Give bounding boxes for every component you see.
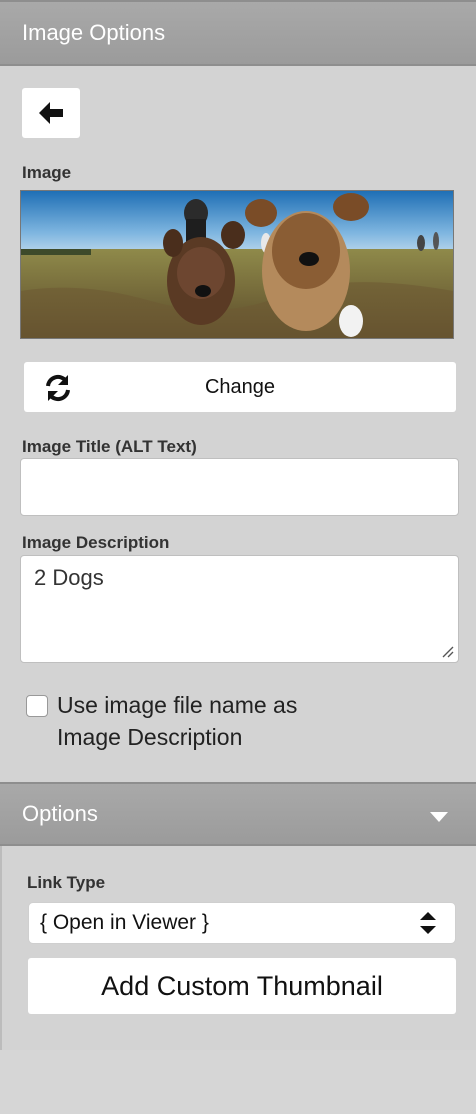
image-description-label: Image Description: [22, 533, 170, 552]
add-custom-thumbnail-label: Add Custom Thumbnail: [101, 971, 383, 1001]
image-options-panel: Image Options Image Change Image Title (…: [0, 0, 476, 1114]
image-description-textarea[interactable]: 2 Dogs: [20, 555, 459, 663]
options-header[interactable]: Options: [0, 782, 476, 846]
use-filename-checkbox[interactable]: [26, 695, 48, 717]
back-button[interactable]: [22, 88, 80, 138]
image-title-label: Image Title (ALT Text): [22, 437, 197, 456]
link-type-label: Link Type: [27, 873, 106, 892]
use-filename-label[interactable]: Use image file name as Image Description: [57, 689, 357, 753]
change-image-button[interactable]: Change: [24, 362, 456, 412]
image-label: Image: [22, 163, 72, 182]
change-button-label: Change: [204, 376, 276, 398]
add-custom-thumbnail-button[interactable]: Add Custom Thumbnail: [28, 958, 456, 1014]
link-type-select[interactable]: { Open in Viewer }: [28, 902, 456, 944]
up-down-arrows-icon: [420, 912, 436, 934]
resize-handle-icon[interactable]: [442, 646, 454, 658]
image-options-title: Image Options: [22, 20, 166, 45]
options-title: Options: [22, 801, 98, 826]
arrow-left-icon: [39, 102, 63, 124]
image-preview[interactable]: [20, 190, 454, 339]
panel-footer-space: [0, 1050, 476, 1114]
image-options-header: Image Options: [0, 0, 476, 66]
caret-down-icon: [430, 812, 448, 822]
image-title-input[interactable]: [20, 458, 459, 516]
link-type-value: { Open in Viewer }: [40, 911, 209, 934]
image-description-value: 2 Dogs: [34, 565, 104, 590]
